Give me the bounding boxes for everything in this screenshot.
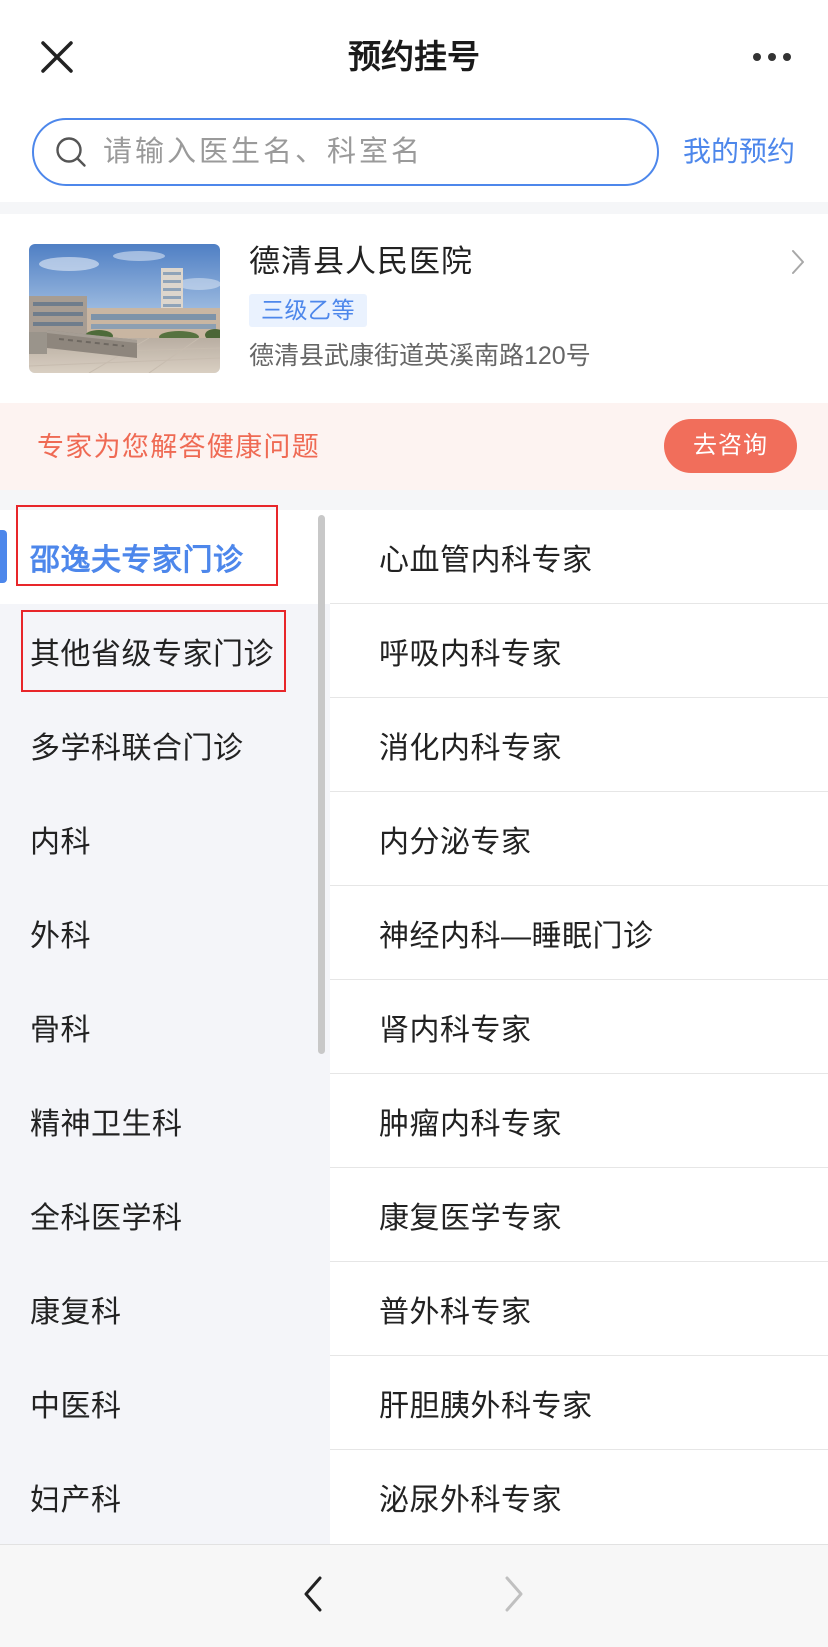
department-item[interactable]: 其他省级专家门诊 [0,604,330,698]
sub-department-label: 泌尿外科专家 [379,1484,562,1517]
sub-department-label: 消化内科专家 [379,731,562,765]
sub-department-label: 康复医学专家 [379,1201,562,1235]
department-item[interactable]: 内科 [0,792,330,886]
sub-department-label: 肝胆胰外科专家 [379,1389,593,1423]
chevron-left-icon[interactable] [303,1576,323,1612]
banner-text: 专家为您解答健康问题 [37,432,320,462]
hospital-photo [29,244,220,373]
appointment-page: 预约挂号 我的预约 [0,0,828,1647]
department-label: 精神卫生科 [30,1108,183,1141]
sub-department-item[interactable]: 心血管内科专家 [330,510,828,604]
department-label: 中医科 [30,1390,122,1423]
sub-department-item[interactable]: 康复医学专家 [330,1168,828,1262]
sub-department-item[interactable]: 内分泌专家 [330,792,828,886]
page-title: 预约挂号 [348,38,480,75]
department-item[interactable]: 精神卫生科 [0,1074,330,1168]
sub-department-list: 心血管内科专家 呼吸内科专家 消化内科专家 内分泌专家 神经内科—睡眠门诊 肾内… [330,510,828,1544]
department-label: 内科 [30,826,91,859]
department-label: 康复科 [30,1296,122,1329]
sub-department-label: 神经内科—睡眠门诊 [379,919,654,953]
sub-department-item[interactable]: 肿瘤内科专家 [330,1074,828,1168]
consult-banner: 专家为您解答健康问题 去咨询 [0,403,828,490]
department-item[interactable]: 妇产科 [0,1450,330,1544]
sub-department-item[interactable]: 神经内科—睡眠门诊 [330,886,828,980]
department-label: 外科 [30,920,91,953]
department-list: 邵逸夫专家门诊 其他省级专家门诊 多学科联合门诊 内科 外科 骨科 精神卫生科 … [0,510,330,1544]
sub-department-item[interactable]: 呼吸内科专家 [330,604,828,698]
search-icon [56,137,86,167]
department-label: 全科医学科 [30,1202,183,1235]
sub-department-label: 心血管内科专家 [379,543,593,577]
section-divider [0,490,828,510]
sub-department-label: 肿瘤内科专家 [379,1107,562,1141]
department-item[interactable]: 邵逸夫专家门诊 [0,510,330,604]
department-item[interactable]: 外科 [0,886,330,980]
section-divider [0,202,828,214]
department-label: 邵逸夫专家门诊 [30,544,244,577]
sub-department-label: 呼吸内科专家 [379,637,562,671]
hospital-address: 德清县武康街道英溪南路120号 [249,342,591,370]
department-scrollbar[interactable] [318,515,325,1054]
department-item[interactable]: 中医科 [0,1356,330,1450]
sub-department-item[interactable]: 消化内科专家 [330,698,828,792]
department-item[interactable]: 骨科 [0,980,330,1074]
consult-button[interactable]: 去咨询 [664,419,797,473]
search-input[interactable] [103,120,633,184]
hospital-name: 德清县人民医院 [249,244,473,279]
selected-indicator [0,530,7,583]
sub-department-item[interactable]: 肾内科专家 [330,980,828,1074]
my-appointments-link[interactable]: 我的预约 [683,134,795,170]
sub-department-item[interactable]: 肝胆胰外科专家 [330,1356,828,1450]
hospital-level-badge: 三级乙等 [249,294,367,327]
bottom-navigation [0,1544,828,1647]
chevron-right-icon [505,1576,523,1612]
chevron-right-icon [792,250,804,274]
sub-department-label: 普外科专家 [379,1295,532,1329]
sub-department-item[interactable]: 普外科专家 [330,1262,828,1356]
top-bar: 预约挂号 [0,0,828,112]
search-bar[interactable] [32,118,659,186]
department-item[interactable]: 多学科联合门诊 [0,698,330,792]
sub-department-item[interactable]: 泌尿外科专家 [330,1450,828,1544]
hospital-card[interactable]: 德清县人民医院 三级乙等 德清县武康街道英溪南路120号 [0,214,828,403]
department-label: 骨科 [30,1014,91,1047]
department-label: 多学科联合门诊 [30,732,244,765]
department-item[interactable]: 康复科 [0,1262,330,1356]
department-label: 其他省级专家门诊 [30,638,274,671]
department-label: 妇产科 [30,1484,122,1517]
department-item[interactable]: 全科医学科 [0,1168,330,1262]
sub-department-label: 肾内科专家 [379,1013,532,1047]
sub-department-label: 内分泌专家 [379,825,532,859]
more-icon[interactable] [752,52,792,62]
